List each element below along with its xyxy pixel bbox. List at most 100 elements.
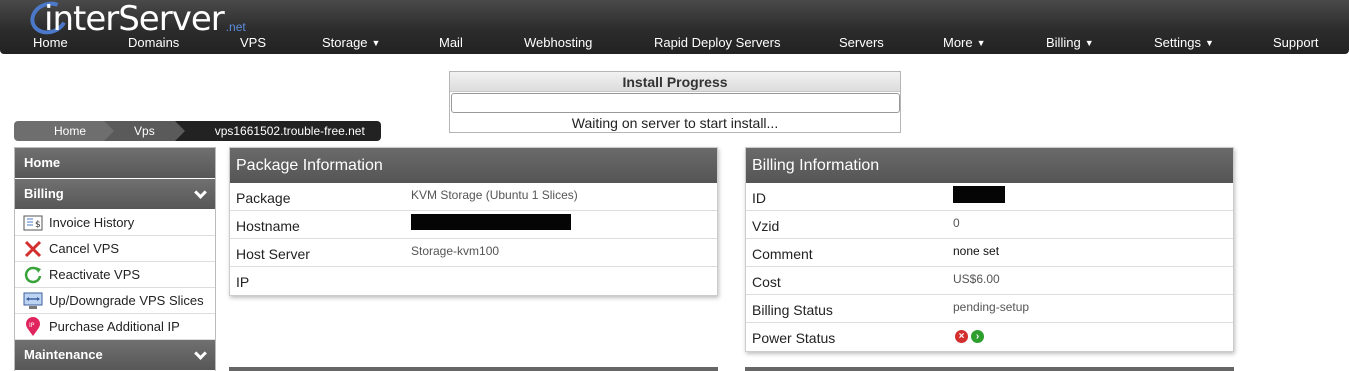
caret-down-icon: ▼ <box>976 38 986 48</box>
cancel-x-icon <box>23 239 43 259</box>
next-panel-edge <box>745 367 1234 371</box>
nav-settings-label: Settings <box>1154 35 1201 50</box>
sidebar-item-label: Purchase Additional IP <box>49 319 180 334</box>
sidebar-item-reactivate-vps[interactable]: Reactivate VPS <box>15 262 215 288</box>
breadcrumb-current: vps1661502.trouble-free.net <box>174 121 381 141</box>
sidebar-item-label: Invoice History <box>49 215 135 230</box>
nav-webhosting-label: Webhosting <box>524 35 593 50</box>
hostname-row: Hostname <box>230 211 717 239</box>
nav-billing-label: Billing <box>1046 35 1081 50</box>
host-server-value: Storage-kvm100 <box>411 244 500 258</box>
breadcrumb-vps[interactable]: Vps <box>104 121 185 141</box>
nav-support[interactable]: Support <box>1273 35 1319 50</box>
ip-pin-icon: IP <box>23 316 43 337</box>
nav-mail[interactable]: Mail <box>439 35 463 50</box>
chevron-down-icon <box>194 186 207 199</box>
comment-label: Comment <box>752 246 813 262</box>
invoice-icon: $ <box>23 213 43 233</box>
ip-row: IP <box>230 267 717 295</box>
breadcrumb-home[interactable]: Home <box>14 121 115 141</box>
vzid-label: Vzid <box>752 218 780 234</box>
billing-status-value: pending-setup <box>953 300 1030 314</box>
id-label: ID <box>752 190 766 206</box>
cost-value: US$6.00 <box>953 272 1000 286</box>
nav-servers[interactable]: Servers <box>839 35 884 50</box>
svg-text:IP: IP <box>29 322 35 329</box>
billing-status-label: Billing Status <box>752 302 833 318</box>
sidebar-home[interactable]: Home <box>15 148 215 179</box>
breadcrumb: Home Vps vps1661502.trouble-free.net <box>14 121 381 141</box>
sidebar-item-invoice-history[interactable]: $ Invoice History <box>15 210 215 236</box>
next-panel-edge <box>229 367 718 371</box>
install-progress-title: Install Progress <box>450 72 900 92</box>
nav-support-label: Support <box>1273 35 1319 50</box>
cost-row: Cost US$6.00 <box>746 267 1233 295</box>
sidebar-item-purchase-ip[interactable]: IP Purchase Additional IP <box>15 314 215 340</box>
nav-vps[interactable]: VPS <box>240 35 266 50</box>
upgrade-icon <box>23 291 43 311</box>
caret-down-icon: ▼ <box>1084 38 1094 48</box>
power-status-row: Power Status × › <box>746 323 1233 351</box>
sidebar-item-cancel-vps[interactable]: Cancel VPS <box>15 236 215 262</box>
cost-label: Cost <box>752 274 781 290</box>
sidebar-billing-label: Billing <box>24 186 64 201</box>
sidebar-item-label: Reactivate VPS <box>49 267 141 282</box>
sidebar-item-label: Cancel VPS <box>49 241 120 256</box>
power-controls: × › <box>955 330 987 343</box>
sidebar-maintenance-label: Maintenance <box>24 347 103 362</box>
nav-vps-label: VPS <box>240 35 267 50</box>
nav-home[interactable]: Home <box>33 35 68 50</box>
vzid-row: Vzid 0 <box>746 211 1233 239</box>
package-panel-title: Package Information <box>230 148 717 183</box>
power-status-label: Power Status <box>752 330 836 346</box>
nav-rapid-deploy-label: Rapid Deploy Servers <box>654 35 781 50</box>
sidebar-billing-section[interactable]: Billing <box>15 179 215 210</box>
package-value: KVM Storage (Ubuntu 1 Slices) <box>411 188 578 202</box>
billing-status-row: Billing Status pending-setup <box>746 295 1233 323</box>
nav-mail-label: Mail <box>439 35 463 50</box>
main-nav: Home Domains VPS Storage ▼ Mail Webhostin… <box>0 33 1349 53</box>
package-information-panel: Package Information Package KVM Storage … <box>229 147 718 296</box>
nav-billing[interactable]: Billing ▼ <box>1046 35 1094 50</box>
comment-value[interactable]: none set <box>953 244 999 258</box>
package-row: Package KVM Storage (Ubuntu 1 Slices) <box>230 183 717 211</box>
billing-panel-title: Billing Information <box>746 148 1233 183</box>
svg-text:$: $ <box>35 220 41 230</box>
host-server-label: Host Server <box>236 246 310 262</box>
install-progress-status: Waiting on server to start install... <box>571 115 779 131</box>
sidebar: Home Billing $ Invoice History Cancel VP… <box>14 147 216 371</box>
package-label: Package <box>236 190 291 206</box>
caret-down-icon: ▼ <box>1204 38 1214 48</box>
install-progress-box: Install Progress Waiting on server to st… <box>449 71 901 133</box>
nav-rapid-deploy[interactable]: Rapid Deploy Servers <box>654 35 780 50</box>
nav-servers-label: Servers <box>839 35 884 50</box>
reactivate-icon <box>23 265 43 285</box>
nav-more[interactable]: More ▼ <box>943 35 986 50</box>
billing-information-panel: Billing Information ID Vzid 0 Comment no… <box>745 147 1234 352</box>
id-row: ID <box>746 183 1233 211</box>
sidebar-maintenance-section[interactable]: Maintenance <box>15 340 215 371</box>
power-on-icon[interactable]: › <box>971 330 984 343</box>
host-server-row: Host Server Storage-kvm100 <box>230 239 717 267</box>
nav-webhosting[interactable]: Webhosting <box>524 35 592 50</box>
comment-row: Comment none set <box>746 239 1233 267</box>
install-progress-bar <box>451 93 900 113</box>
nav-storage[interactable]: Storage ▼ <box>322 35 380 50</box>
nav-more-label: More <box>943 35 973 50</box>
sidebar-item-label: Up/Downgrade VPS Slices <box>49 293 204 308</box>
sidebar-item-up-downgrade[interactable]: Up/Downgrade VPS Slices <box>15 288 215 314</box>
chevron-down-icon <box>194 347 207 360</box>
nav-storage-label: Storage <box>322 35 368 50</box>
caret-down-icon: ▼ <box>371 38 381 48</box>
nav-domains[interactable]: Domains <box>128 35 179 50</box>
hostname-redacted <box>411 214 571 230</box>
nav-settings[interactable]: Settings ▼ <box>1154 35 1214 50</box>
vzid-value: 0 <box>953 216 960 230</box>
ip-label: IP <box>236 274 250 290</box>
hostname-label: Hostname <box>236 218 300 234</box>
nav-home-label: Home <box>33 35 68 50</box>
power-off-icon[interactable]: × <box>955 330 968 343</box>
id-redacted <box>953 186 1005 203</box>
sidebar-home-label: Home <box>24 155 61 170</box>
top-navbar: interServer .net Home Domains VPS Storag… <box>0 0 1349 54</box>
